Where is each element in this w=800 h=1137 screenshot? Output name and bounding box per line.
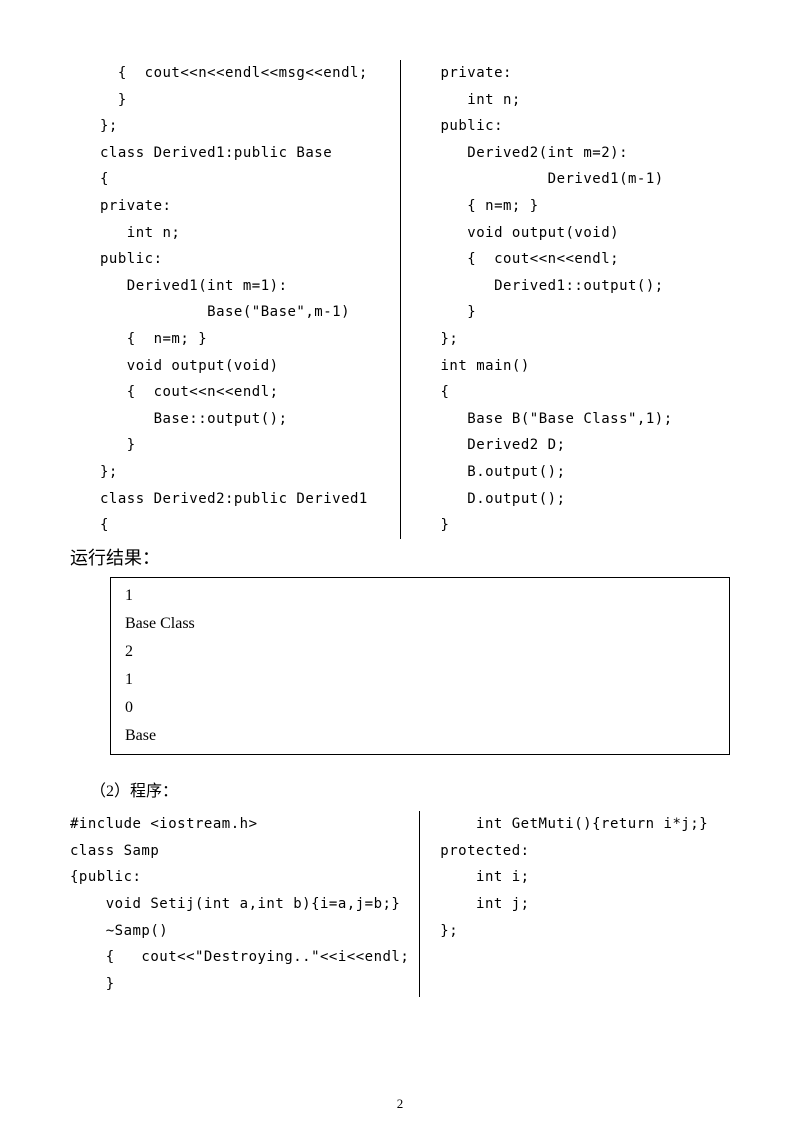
page-number: 2: [0, 1092, 800, 1117]
program-2-heading: （2）程序：: [90, 777, 730, 807]
result-line: Base Class: [125, 610, 715, 638]
result-box: 1 Base Class 2 1 0 Base: [110, 577, 730, 755]
code-col-right: private: int n; public: Derived2(int m=2…: [401, 60, 731, 539]
code-block-1: { cout<<n<<endl<<msg<<endl; } }; class D…: [70, 60, 730, 539]
result-line: 1: [125, 582, 715, 610]
result-heading: 运行结果：: [70, 541, 730, 575]
code-col-right-2: int GetMuti(){return i*j;} protected: in…: [420, 811, 730, 997]
result-line: 1: [125, 666, 715, 694]
document-page: { cout<<n<<endl<<msg<<endl; } }; class D…: [0, 0, 800, 1137]
result-line: 2: [125, 638, 715, 666]
code-block-2: #include <iostream.h> class Samp {public…: [70, 811, 730, 997]
result-line: Base: [125, 722, 715, 750]
code-col-left: { cout<<n<<endl<<msg<<endl; } }; class D…: [70, 60, 401, 539]
result-line: 0: [125, 694, 715, 722]
code-col-left-2: #include <iostream.h> class Samp {public…: [70, 811, 420, 997]
